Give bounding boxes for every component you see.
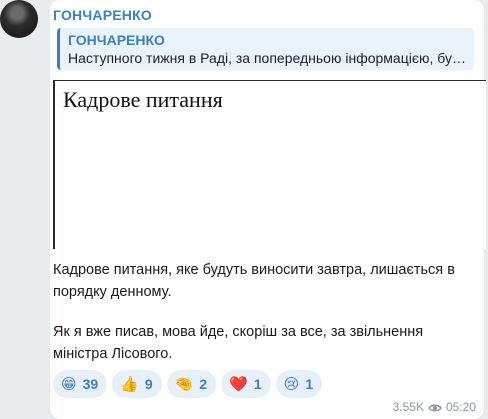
thumbs-up-icon: 👍 xyxy=(120,376,139,393)
reply-author: ГОНЧАРЕНКО xyxy=(68,32,165,48)
reaction-grin[interactable]: 😁 39 xyxy=(53,370,108,398)
message-paragraph-2: Як я вже писав, мова йде, скоріш за все,… xyxy=(53,324,424,362)
message-time: 05:20 xyxy=(445,400,476,414)
reaction-count: 9 xyxy=(144,376,153,392)
reaction-count: 1 xyxy=(253,376,262,392)
pinch-hand-icon: 🤏 xyxy=(174,376,194,393)
message-paragraph-1: Кадрове питання, яке будуть виносити зав… xyxy=(53,262,455,300)
message-footer: 3.55K 05:20 xyxy=(393,400,476,414)
reaction-cry[interactable]: 😢 1 xyxy=(275,370,323,398)
eye-icon xyxy=(428,402,442,412)
crying-face-icon: 😢 xyxy=(283,376,300,393)
reply-text: Наступного тижня в Раді, за попередньою … xyxy=(68,50,466,66)
reactions-bar: 😁 39 👍 9 🤏 2 ❤️ 1 😢 1 xyxy=(53,370,323,398)
channel-avatar[interactable] xyxy=(0,0,38,38)
reaction-count: 1 xyxy=(305,376,314,392)
reaction-pinch[interactable]: 🤏 2 xyxy=(166,370,217,398)
document-title: Кадрове питання xyxy=(63,87,223,112)
reaction-count: 2 xyxy=(199,376,208,392)
document-preview[interactable]: Кадрове питання xyxy=(53,80,486,249)
reaction-thumbs-up[interactable]: 👍 9 xyxy=(112,370,162,398)
heart-icon: ❤️ xyxy=(229,376,248,393)
sender-name[interactable]: ГОНЧАРЕНКО xyxy=(53,7,152,23)
reaction-count: 39 xyxy=(82,376,99,392)
views-count: 3.55K xyxy=(392,400,424,414)
reaction-heart[interactable]: ❤️ 1 xyxy=(221,370,271,398)
grin-emoji-icon: 😁 xyxy=(61,376,77,393)
reply-preview[interactable]: ГОНЧАРЕНКО Наступного тижня в Раді, за п… xyxy=(57,28,474,70)
